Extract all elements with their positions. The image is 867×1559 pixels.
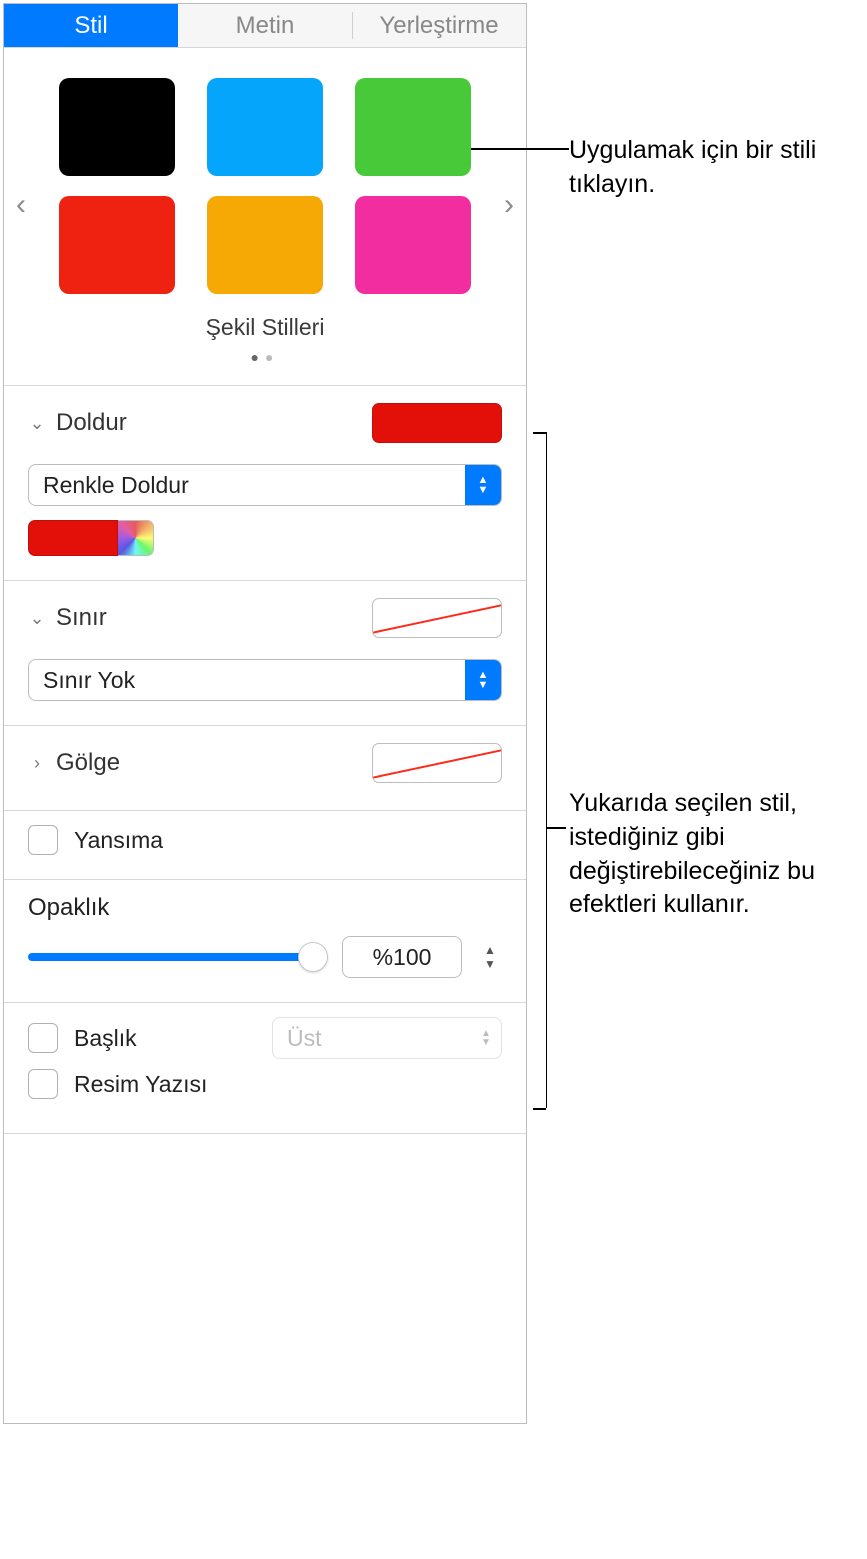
bracket-bottom bbox=[533, 1108, 546, 1110]
stepper-up-icon[interactable]: ▲ bbox=[484, 944, 496, 956]
tab-arrange[interactable]: Yerleştirme bbox=[352, 4, 526, 47]
title-label: Başlık bbox=[74, 1025, 256, 1052]
style-swatch-1[interactable] bbox=[207, 78, 323, 176]
reflection-section: Yansıma bbox=[4, 811, 526, 869]
styles-prev-icon[interactable]: ‹ bbox=[8, 188, 34, 222]
bracket-mid bbox=[546, 827, 566, 829]
format-inspector-panel: Stil Metin Yerleştirme ‹ › Şekil Stiller… bbox=[3, 3, 527, 1424]
shape-styles-label: Şekil Stilleri bbox=[4, 314, 526, 341]
styles-next-icon[interactable]: › bbox=[496, 188, 522, 222]
title-position-label: Üst bbox=[273, 1025, 471, 1052]
fill-color-preview[interactable] bbox=[372, 403, 502, 443]
opacity-stepper[interactable]: ▲ ▼ bbox=[478, 936, 502, 978]
slider-track bbox=[28, 953, 326, 961]
fill-type-label: Renkle Doldur bbox=[29, 465, 465, 505]
border-type-popup[interactable]: Sınır Yok ▲▼ bbox=[28, 659, 502, 701]
chevron-right-icon[interactable]: › bbox=[28, 753, 46, 774]
fill-section: ⌄ Doldur Renkle Doldur ▲▼ bbox=[4, 386, 526, 570]
updown-icon: ▲▼ bbox=[465, 465, 501, 505]
style-swatch-0[interactable] bbox=[59, 78, 175, 176]
style-swatch-5[interactable] bbox=[355, 196, 471, 294]
divider bbox=[4, 1133, 526, 1134]
shadow-title: Gölge bbox=[56, 749, 362, 777]
stepper-down-icon[interactable]: ▼ bbox=[484, 958, 496, 970]
bracket-top bbox=[533, 432, 546, 434]
reflection-label: Yansıma bbox=[74, 827, 163, 854]
opacity-section: Opaklık %100 ▲ ▼ bbox=[4, 880, 526, 992]
callout-text: Yukarıda seçilen stil, istediğiniz gibi … bbox=[569, 789, 815, 918]
border-section: ⌄ Sınır Sınır Yok ▲▼ bbox=[4, 581, 526, 715]
style-swatch-4[interactable] bbox=[207, 196, 323, 294]
title-caption-section: Başlık Üst ▲▼ Resim Yazısı bbox=[4, 1003, 526, 1123]
caption-checkbox[interactable] bbox=[28, 1069, 58, 1099]
shape-styles-area: ‹ › Şekil Stilleri ●● bbox=[4, 48, 526, 375]
shadow-none-preview[interactable] bbox=[372, 743, 502, 783]
opacity-value-field[interactable]: %100 bbox=[342, 936, 462, 978]
callout-click-style: Uygulamak için bir stili tıklayın. bbox=[569, 134, 861, 202]
callout-effects: Yukarıda seçilen stil, istediğiniz gibi … bbox=[569, 787, 867, 922]
reflection-checkbox[interactable] bbox=[28, 825, 58, 855]
style-swatch-3[interactable] bbox=[59, 196, 175, 294]
updown-icon: ▲▼ bbox=[471, 1029, 501, 1047]
border-type-label: Sınır Yok bbox=[29, 660, 465, 700]
opacity-slider[interactable] bbox=[28, 945, 326, 969]
border-none-preview[interactable] bbox=[372, 598, 502, 638]
slider-thumb[interactable] bbox=[298, 942, 328, 972]
tab-style[interactable]: Stil bbox=[4, 4, 178, 47]
shadow-section: › Gölge bbox=[4, 726, 526, 800]
tab-text[interactable]: Metin bbox=[178, 4, 352, 47]
style-page-dots[interactable]: ●● bbox=[4, 349, 526, 365]
fill-color-swatch[interactable] bbox=[28, 520, 118, 556]
shape-style-grid bbox=[4, 78, 526, 294]
chevron-down-icon[interactable]: ⌄ bbox=[28, 608, 46, 629]
caption-label: Resim Yazısı bbox=[74, 1071, 207, 1098]
opacity-title: Opaklık bbox=[28, 894, 502, 922]
border-title: Sınır bbox=[56, 604, 362, 632]
fill-title: Doldur bbox=[56, 409, 362, 437]
style-swatch-2[interactable] bbox=[355, 78, 471, 176]
title-position-popup[interactable]: Üst ▲▼ bbox=[272, 1017, 502, 1059]
inspector-tabs: Stil Metin Yerleştirme bbox=[4, 4, 526, 48]
callout-line bbox=[471, 148, 569, 150]
color-wheel-icon[interactable] bbox=[118, 520, 154, 556]
chevron-down-icon[interactable]: ⌄ bbox=[28, 413, 46, 434]
updown-icon: ▲▼ bbox=[465, 660, 501, 700]
title-checkbox[interactable] bbox=[28, 1023, 58, 1053]
callout-text: Uygulamak için bir stili tıklayın. bbox=[569, 136, 816, 198]
callout-bracket bbox=[546, 432, 547, 1108]
fill-type-popup[interactable]: Renkle Doldur ▲▼ bbox=[28, 464, 502, 506]
